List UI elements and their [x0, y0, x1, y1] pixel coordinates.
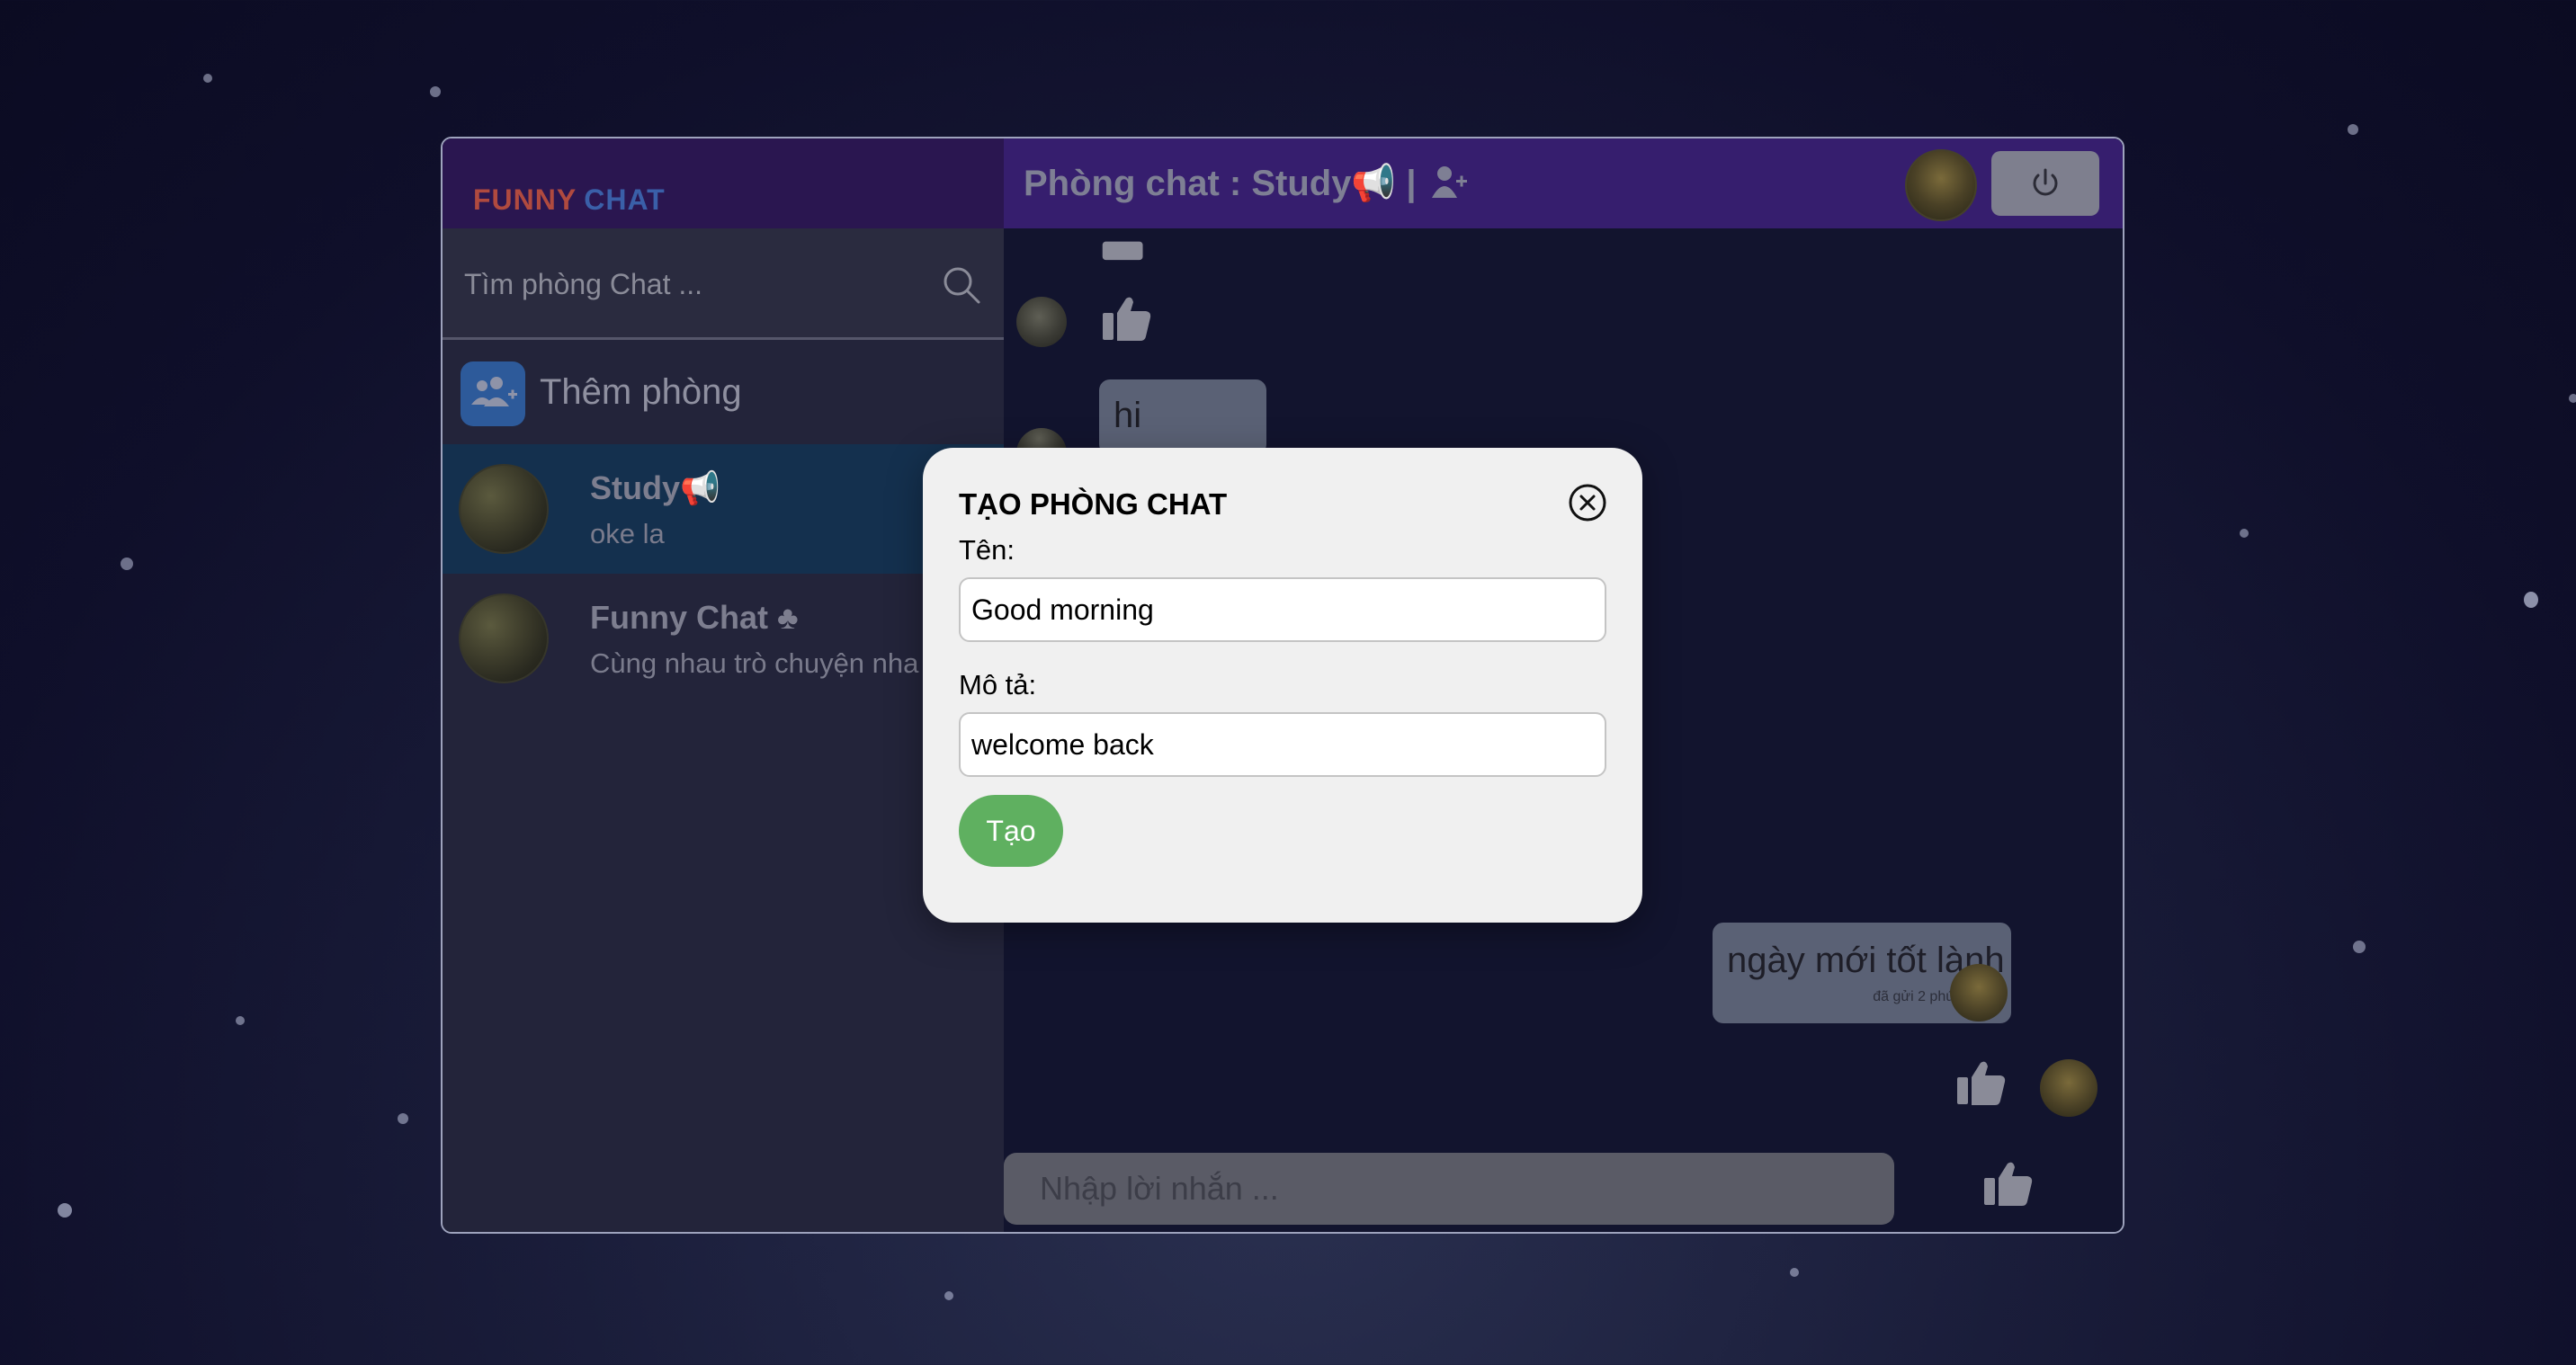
room-search-input[interactable]	[464, 255, 914, 313]
message-avatar	[1016, 297, 1067, 347]
room-last-message: Cùng nhau trò chuyện nha	[590, 647, 919, 679]
thumbs-up-icon	[1957, 1061, 2006, 1105]
room-description-input[interactable]	[961, 714, 1605, 775]
room-name: Funny Chat ♣	[590, 599, 799, 636]
room-description-label: Mô tả:	[959, 669, 1037, 700]
chat-header: Phòng chat : Study📢 |	[1004, 138, 2123, 228]
room-avatar	[459, 464, 549, 554]
background-star	[2240, 529, 2249, 538]
background-star	[1790, 1268, 1799, 1277]
chat-room-title: Phòng chat : Study📢 |	[1024, 164, 1417, 203]
brand-part-funny: FUNNY	[473, 183, 577, 216]
search-icon[interactable]	[941, 264, 982, 306]
user-avatar[interactable]	[1905, 149, 1977, 221]
message-input[interactable]	[1004, 1153, 1894, 1225]
room-last-message: oke la	[590, 518, 665, 549]
brand-part-chat: CHAT	[584, 183, 666, 216]
room-name: Study📢	[590, 469, 720, 506]
background-star	[944, 1291, 953, 1300]
background-star	[2353, 941, 2366, 953]
room-avatar	[459, 593, 549, 683]
message-bubble: hi	[1099, 379, 1266, 455]
add-member-icon[interactable]	[1428, 162, 1468, 201]
thumbs-up-icon[interactable]	[1981, 1156, 2035, 1210]
background-star	[121, 558, 133, 570]
room-name-field-wrapper	[959, 577, 1606, 642]
add-room-label: Thêm phòng	[540, 372, 742, 412]
create-room-button[interactable]: Tạo	[959, 795, 1063, 867]
room-item-funny-chat[interactable]: Funny Chat ♣ Cùng nhau trò chuyện nha	[443, 574, 1004, 703]
thumbs-up-icon	[1103, 297, 1151, 341]
brand-logo: FUNNY CHAT	[443, 138, 1004, 228]
room-name-label: Tên:	[959, 534, 1015, 566]
background-star	[2524, 592, 2538, 608]
power-icon	[2033, 168, 2058, 196]
logout-button[interactable]	[1991, 151, 2099, 216]
thumbs-up-icon	[1102, 241, 1143, 261]
background-star	[236, 1016, 245, 1025]
room-name-input[interactable]	[961, 579, 1605, 640]
room-item-study[interactable]: Study📢 oke la	[443, 444, 1004, 574]
message-avatar	[1950, 964, 2008, 1022]
room-description-field-wrapper	[959, 712, 1606, 777]
background-star	[203, 74, 212, 83]
room-search	[443, 228, 1004, 340]
message-composer	[1004, 1153, 1894, 1225]
add-group-icon	[461, 361, 525, 426]
add-room-button[interactable]: Thêm phòng	[443, 340, 1004, 444]
dialog-title: TẠO PHÒNG CHAT	[959, 487, 1228, 521]
background-star	[398, 1113, 408, 1124]
close-icon[interactable]	[1567, 482, 1608, 523]
create-room-dialog: TẠO PHÒNG CHAT Tên: Mô tả: Tạo	[923, 448, 1642, 923]
background-star	[2348, 124, 2358, 135]
message-text: hi	[1114, 396, 1142, 435]
message-avatar	[2040, 1059, 2097, 1117]
background-star	[2569, 394, 2576, 403]
background-star	[58, 1203, 72, 1218]
background-star	[430, 86, 441, 97]
sidebar: FUNNYCHAT Thêm phòng	[443, 138, 1004, 1232]
